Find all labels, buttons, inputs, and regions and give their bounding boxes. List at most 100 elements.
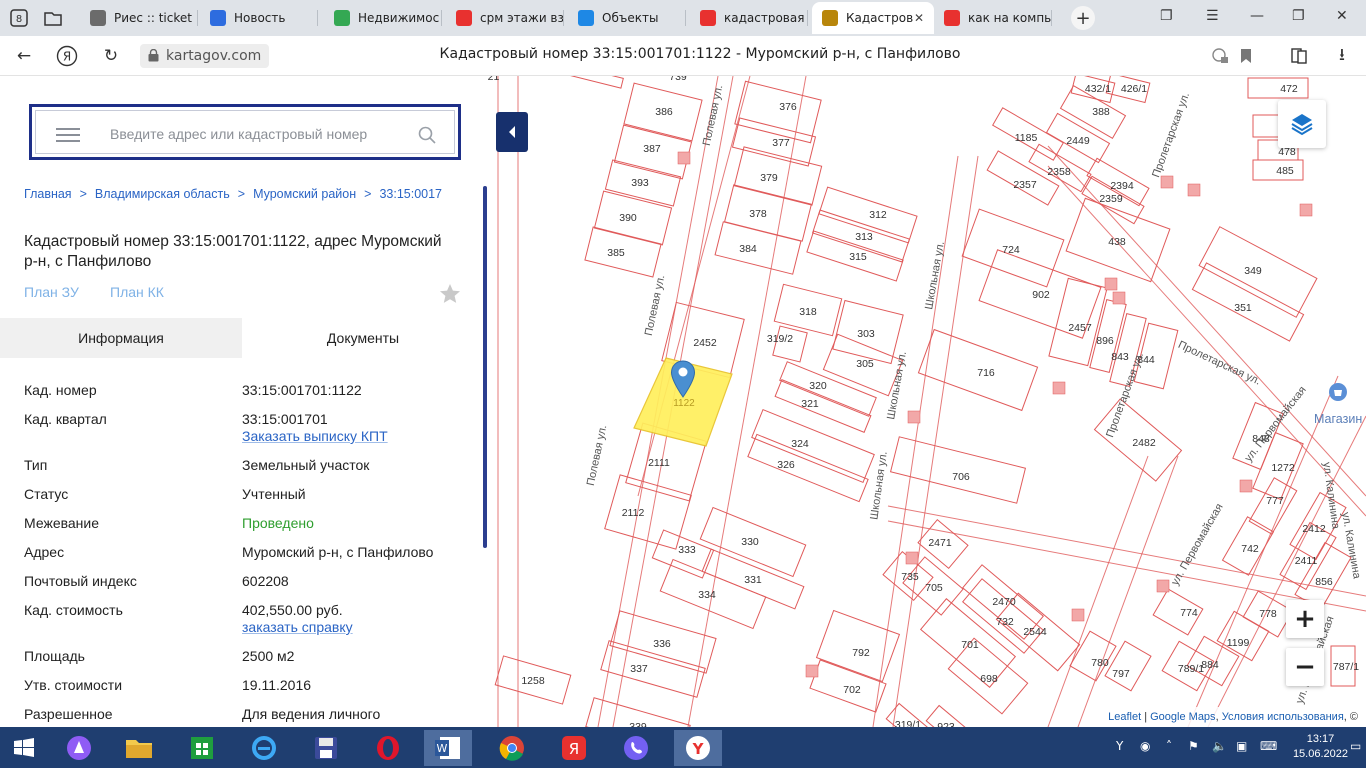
taskbar-save[interactable] [302, 730, 350, 766]
parcel-outline [1247, 77, 1309, 99]
layers-button[interactable] [1278, 100, 1326, 148]
zoom-out-button[interactable]: − [1286, 648, 1324, 686]
plan-kk-link[interactable]: План КК [110, 284, 164, 300]
tray-viber-icon[interactable]: ◉ [1140, 739, 1150, 753]
browser-tab[interactable]: Кадастров ✕ [812, 2, 934, 34]
tray-chevron-icon[interactable]: ˄ [1166, 739, 1172, 753]
shop-pin-icon[interactable] [1328, 382, 1348, 402]
parcel-labels: 376 377 379 378 384 386 387 393 390 385 312 313 315 3… [488, 76, 1359, 727]
yandex-icon [944, 10, 960, 26]
zoom-in-button[interactable]: + [1286, 600, 1324, 638]
info-value: 19.11.2016 [242, 677, 312, 693]
taskbar-opera[interactable] [364, 730, 412, 766]
tray-flag-icon[interactable]: ⚑ [1188, 739, 1199, 753]
collections-icon[interactable] [1287, 44, 1311, 68]
shop-label[interactable]: Магазин [1314, 412, 1362, 426]
taskbar-yandex-browser[interactable]: Y [674, 730, 722, 766]
info-value: 602208 [242, 573, 289, 589]
taskbar-viber[interactable] [612, 730, 660, 766]
parcel-number-label: 1258 [521, 675, 545, 687]
yandex-home-icon[interactable]: Я [55, 44, 79, 68]
browser-tab[interactable]: кадастровая [690, 2, 808, 34]
reload-icon[interactable]: ↻ [99, 44, 123, 68]
taskbar-chrome[interactable] [488, 730, 536, 766]
close-window-icon[interactable]: ✕ [1336, 8, 1348, 24]
browser-tab-title: Объекты [602, 11, 659, 25]
breadcrumb-link-region[interactable]: Владимирская область [95, 187, 230, 201]
breadcrumb-link-district[interactable]: Муромский район [253, 187, 356, 201]
taskbar-explorer[interactable] [115, 730, 163, 766]
info-action-link[interactable]: Заказать выписку КПТ [242, 428, 472, 444]
internet-explorer-icon [252, 736, 276, 760]
parcel-layer[interactable]: 1122 376 377 379 378 384 386 387 393 390 385 312 31… [488, 76, 1366, 727]
street-name-label: Полевая ул. [585, 424, 610, 487]
browser-tab[interactable]: срм этажи вз [446, 2, 564, 34]
parcel-number-label: 319/1 [895, 719, 921, 727]
taskbar-alice[interactable] [55, 730, 103, 766]
leaflet-link[interactable]: Leaflet [1108, 711, 1141, 723]
taskbar-word[interactable]: W [424, 730, 472, 766]
breadcrumb-link-home[interactable]: Главная [24, 187, 72, 201]
taskbar-store[interactable] [178, 730, 226, 766]
attribution-suffix: , © [1343, 711, 1358, 723]
street-name-label: Пролетарская ул. [1150, 91, 1192, 179]
tray-yandex-icon[interactable]: Y [1116, 739, 1123, 753]
hamburger-menu-icon[interactable] [56, 128, 80, 142]
tabs-menu-icon[interactable]: ❐ [1160, 8, 1173, 24]
tab-information[interactable]: Информация [0, 318, 242, 358]
tab-documents[interactable]: Документы [242, 318, 484, 358]
search-icon[interactable] [418, 126, 436, 144]
new-tab-button[interactable]: + [1071, 6, 1095, 30]
yandex-icon [456, 10, 472, 26]
taskbar-ie[interactable] [240, 730, 288, 766]
tab-separator [807, 10, 808, 26]
taskbar-yandex[interactable]: Я [550, 730, 598, 766]
back-icon[interactable]: ← [12, 44, 36, 68]
start-button[interactable] [0, 730, 48, 766]
plan-zu-link[interactable]: План ЗУ [24, 284, 79, 300]
parcel-number-label: 2544 [1023, 626, 1047, 638]
url-field[interactable]: kartagov.com [140, 44, 270, 68]
browser-tab[interactable]: Объекты [568, 2, 686, 34]
tray-volume-icon[interactable]: 🔈 [1212, 739, 1227, 753]
tray-network-icon[interactable]: ▣ [1236, 739, 1247, 753]
protect-icon[interactable] [1208, 44, 1232, 68]
info-action-link[interactable]: заказать справку [242, 619, 472, 635]
taskbar-clock[interactable]: 13:17 15.06.2022 [1293, 732, 1348, 762]
notifications-icon[interactable]: ▭ [1350, 739, 1361, 753]
folder-button[interactable] [40, 5, 66, 31]
search-input[interactable] [110, 123, 400, 145]
tab-counter-button[interactable]: 8 [6, 5, 32, 31]
browser-tab[interactable]: Риес :: ticket [80, 2, 198, 34]
building-shape [1156, 579, 1170, 593]
location-marker-icon[interactable] [670, 360, 696, 398]
collapse-panel-button[interactable] [496, 112, 528, 152]
parcel-number-label: 742 [1241, 543, 1259, 555]
parcel-number-label: 390 [619, 212, 637, 224]
favorite-star-icon[interactable] [438, 282, 462, 306]
cadastral-map[interactable]: 1122 376 377 379 378 384 386 387 393 390 385 312 31… [488, 76, 1366, 727]
building-shape [1160, 175, 1174, 189]
menu-icon[interactable]: ☰ [1206, 8, 1219, 24]
building-shape [1104, 277, 1118, 291]
restore-icon[interactable]: ❐ [1292, 8, 1305, 24]
panel-scrollbar[interactable] [483, 186, 487, 548]
parcel-shapes [494, 76, 1356, 727]
minimize-icon[interactable]: — [1250, 8, 1264, 24]
svg-text:Y: Y [692, 740, 705, 758]
parcel-number-label: 706 [952, 471, 970, 483]
download-icon[interactable]: ⭳ [1330, 44, 1354, 68]
parcel-number-label: 336 [653, 638, 671, 650]
browser-tab[interactable]: Новость [200, 2, 318, 34]
close-tab-icon[interactable]: ✕ [914, 11, 924, 25]
browser-tab[interactable]: Недвижимос [324, 2, 442, 34]
bookmark-icon[interactable] [1234, 44, 1258, 68]
info-key: Кад. квартал [24, 411, 107, 427]
tray-language-icon[interactable]: ⌨ [1260, 739, 1277, 753]
breadcrumb-link-current[interactable]: 33:15:0017 [379, 187, 442, 201]
google-maps-link[interactable]: Google Maps [1150, 711, 1215, 723]
terms-link[interactable]: Условия использования [1222, 711, 1344, 723]
parcel-number-label: 792 [852, 647, 870, 659]
browser-tab-title: Недвижимос [358, 11, 440, 25]
browser-tab[interactable]: как на компь [934, 2, 1052, 34]
